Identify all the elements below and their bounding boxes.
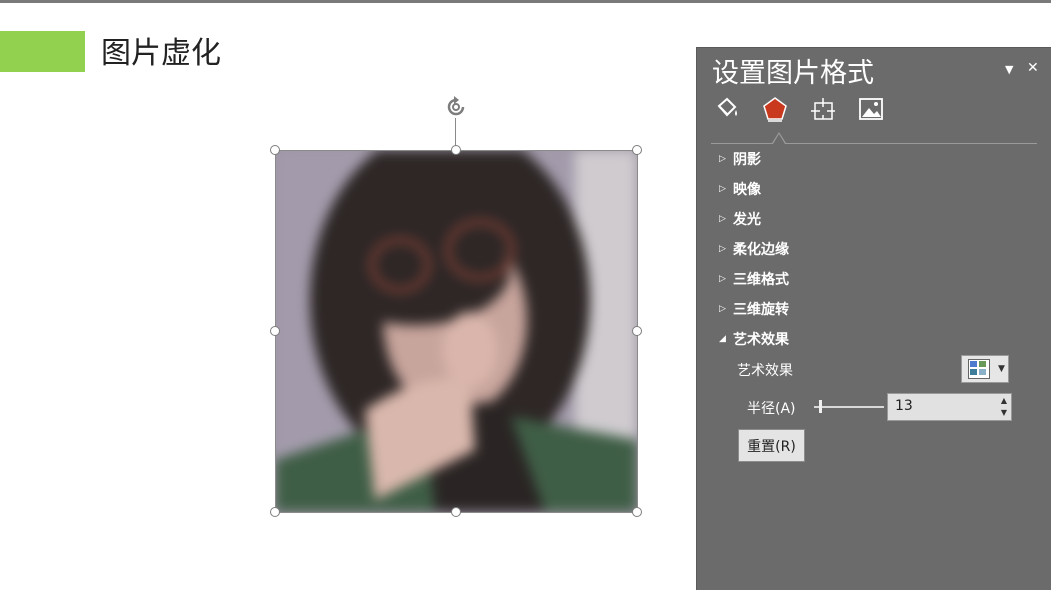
radius-label: 半径(A)	[747, 401, 796, 417]
format-picture-pane: 设置图片格式 ▼ ✕ ▷ 阴影 ▷ 映像 ▷ 发光 ▷ 柔化边缘 ▷ 三维格式 …	[696, 47, 1051, 590]
close-icon[interactable]: ✕	[1027, 60, 1039, 76]
radius-spinbox[interactable]: 13 ▲ ▼	[887, 393, 1012, 421]
expand-triangle-icon: ▷	[719, 214, 726, 224]
section-shadow[interactable]: ▷ 阴影	[719, 148, 761, 170]
radius-value[interactable]: 13	[895, 398, 913, 414]
rotate-handle-icon[interactable]	[443, 94, 469, 120]
pane-title: 设置图片格式	[712, 58, 874, 89]
expand-triangle-icon: ▷	[719, 244, 726, 254]
pane-tabs	[711, 94, 887, 126]
artistic-effect-label: 艺术效果	[737, 363, 793, 379]
resize-handle-bottom-left[interactable]	[270, 507, 280, 517]
collapse-triangle-icon: ◢	[719, 334, 726, 344]
tab-divider	[711, 143, 1037, 144]
resize-handle-left[interactable]	[270, 326, 280, 336]
resize-handle-top-right[interactable]	[632, 145, 642, 155]
effect-thumbnail-icon	[968, 359, 990, 379]
resize-handle-top[interactable]	[451, 145, 461, 155]
effects-pentagon-icon[interactable]	[759, 94, 791, 124]
expand-triangle-icon: ▷	[719, 154, 726, 164]
section-glow[interactable]: ▷ 发光	[719, 208, 761, 230]
top-border	[0, 0, 1051, 3]
blurred-photo[interactable]	[275, 150, 637, 512]
artistic-effect-picker[interactable]: ▼	[961, 355, 1009, 383]
section-artistic-effects[interactable]: ◢ 艺术效果	[719, 328, 789, 350]
resize-handle-top-left[interactable]	[270, 145, 280, 155]
title-accent-bar	[0, 31, 85, 72]
slide-title[interactable]: 图片虚化	[101, 34, 221, 74]
radius-slider-track[interactable]	[814, 406, 884, 408]
size-properties-icon[interactable]	[807, 94, 839, 124]
reset-button[interactable]: 重置(R)	[738, 429, 805, 462]
resize-handle-right[interactable]	[632, 326, 642, 336]
pane-options-icon[interactable]: ▼	[1005, 63, 1013, 76]
section-3d-rotation[interactable]: ▷ 三维旋转	[719, 298, 789, 320]
section-soft-edges[interactable]: ▷ 柔化边缘	[719, 238, 789, 260]
fill-line-icon[interactable]	[711, 94, 743, 124]
section-reflection[interactable]: ▷ 映像	[719, 178, 761, 200]
picture-icon[interactable]	[855, 94, 887, 124]
spin-down-icon[interactable]: ▼	[1001, 408, 1007, 417]
resize-handle-bottom-right[interactable]	[632, 507, 642, 517]
expand-triangle-icon: ▷	[719, 274, 726, 284]
expand-triangle-icon: ▷	[719, 184, 726, 194]
radius-slider-thumb[interactable]	[819, 400, 822, 413]
section-3d-format[interactable]: ▷ 三维格式	[719, 268, 789, 290]
expand-triangle-icon: ▷	[719, 304, 726, 314]
active-tab-indicator	[772, 132, 786, 144]
spin-up-icon[interactable]: ▲	[1001, 396, 1007, 405]
resize-handle-bottom[interactable]	[451, 507, 461, 517]
chevron-down-icon: ▼	[998, 364, 1005, 374]
